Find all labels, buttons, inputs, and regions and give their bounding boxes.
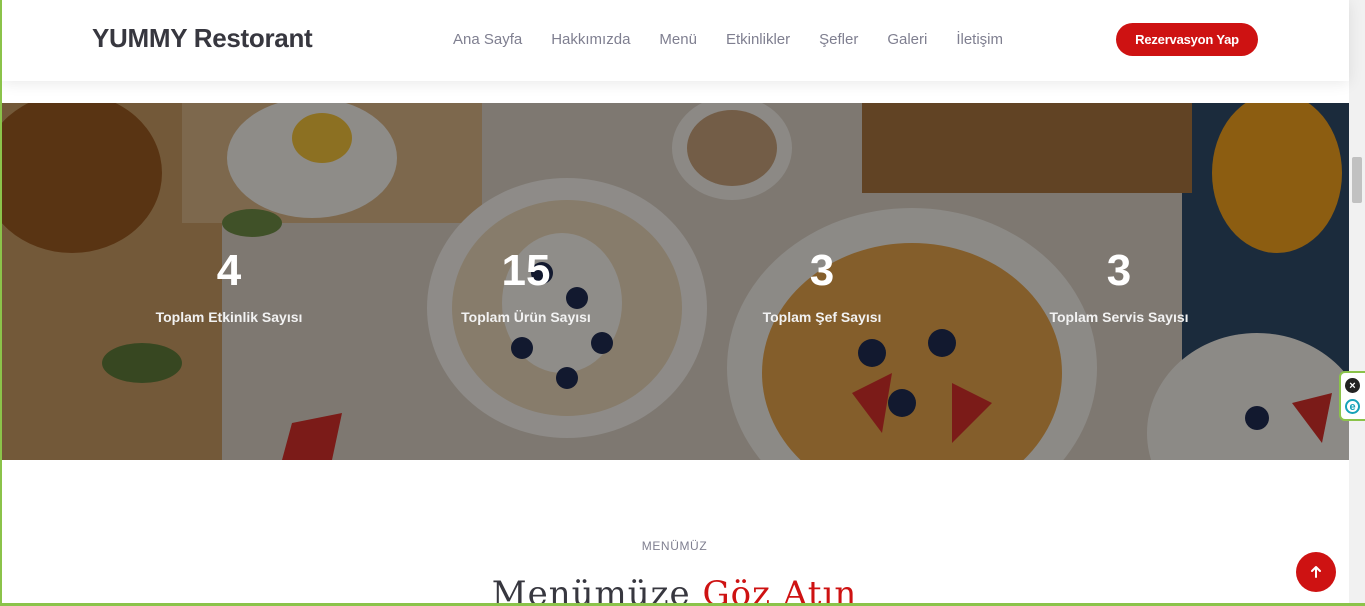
nav-menu[interactable]: Menü <box>659 31 697 48</box>
arrow-up-icon <box>1311 566 1321 578</box>
side-extension-widget: × e <box>1339 371 1365 421</box>
stat-products: 15 Toplam Ürün Sayısı <box>376 246 676 326</box>
site-header: YUMMY Restorant Ana Sayfa Hakkımızda Men… <box>2 0 1349 81</box>
stat-chefs: 3 Toplam Şef Sayısı <box>672 246 972 326</box>
stats-section: 4 Toplam Etkinlik Sayısı 15 Toplam Ürün … <box>2 103 1349 460</box>
stat-products-value: 15 <box>501 246 551 295</box>
stat-chefs-value: 3 <box>809 246 835 295</box>
reservation-button[interactable]: Rezervasyon Yap <box>1116 23 1258 56</box>
stat-events: 4 Toplam Etkinlik Sayısı <box>79 246 379 326</box>
menu-section-title: Menümüze Göz Atın <box>0 574 1349 606</box>
stat-products-label: Toplam Ürün Sayısı <box>461 309 591 325</box>
nav-galeri[interactable]: Galeri <box>887 31 927 48</box>
menu-title-part1: Menümüze <box>491 574 691 606</box>
nav-ana-sayfa[interactable]: Ana Sayfa <box>453 31 522 48</box>
scrollbar-thumb[interactable] <box>1352 157 1362 203</box>
stat-services-label: Toplam Servis Sayısı <box>1049 309 1189 325</box>
close-icon[interactable]: × <box>1345 378 1360 393</box>
nav-sefler[interactable]: Şefler <box>819 31 858 48</box>
site-logo[interactable]: YUMMY Restorant <box>92 23 313 54</box>
back-to-top-button[interactable] <box>1296 552 1336 592</box>
extension-icon[interactable]: e <box>1345 399 1360 414</box>
main-nav: Ana Sayfa Hakkımızda Menü Etkinlikler Şe… <box>453 31 1032 48</box>
window-frame-left <box>0 0 2 606</box>
page-scrollbar[interactable] <box>1349 0 1365 606</box>
nav-etkinlikler[interactable]: Etkinlikler <box>726 31 790 48</box>
stat-chefs-label: Toplam Şef Sayısı <box>762 309 882 325</box>
stat-services-value: 3 <box>1106 246 1132 295</box>
stat-services: 3 Toplam Servis Sayısı <box>969 246 1269 326</box>
stat-events-value: 4 <box>216 246 242 295</box>
nav-hakkimizda[interactable]: Hakkımızda <box>551 31 630 48</box>
nav-iletisim[interactable]: İletişim <box>956 31 1003 48</box>
stat-events-label: Toplam Etkinlik Sayısı <box>155 309 303 325</box>
menu-title-part2: Göz Atın <box>702 574 858 606</box>
menu-section-subtitle: MENÜMÜZ <box>641 539 708 553</box>
